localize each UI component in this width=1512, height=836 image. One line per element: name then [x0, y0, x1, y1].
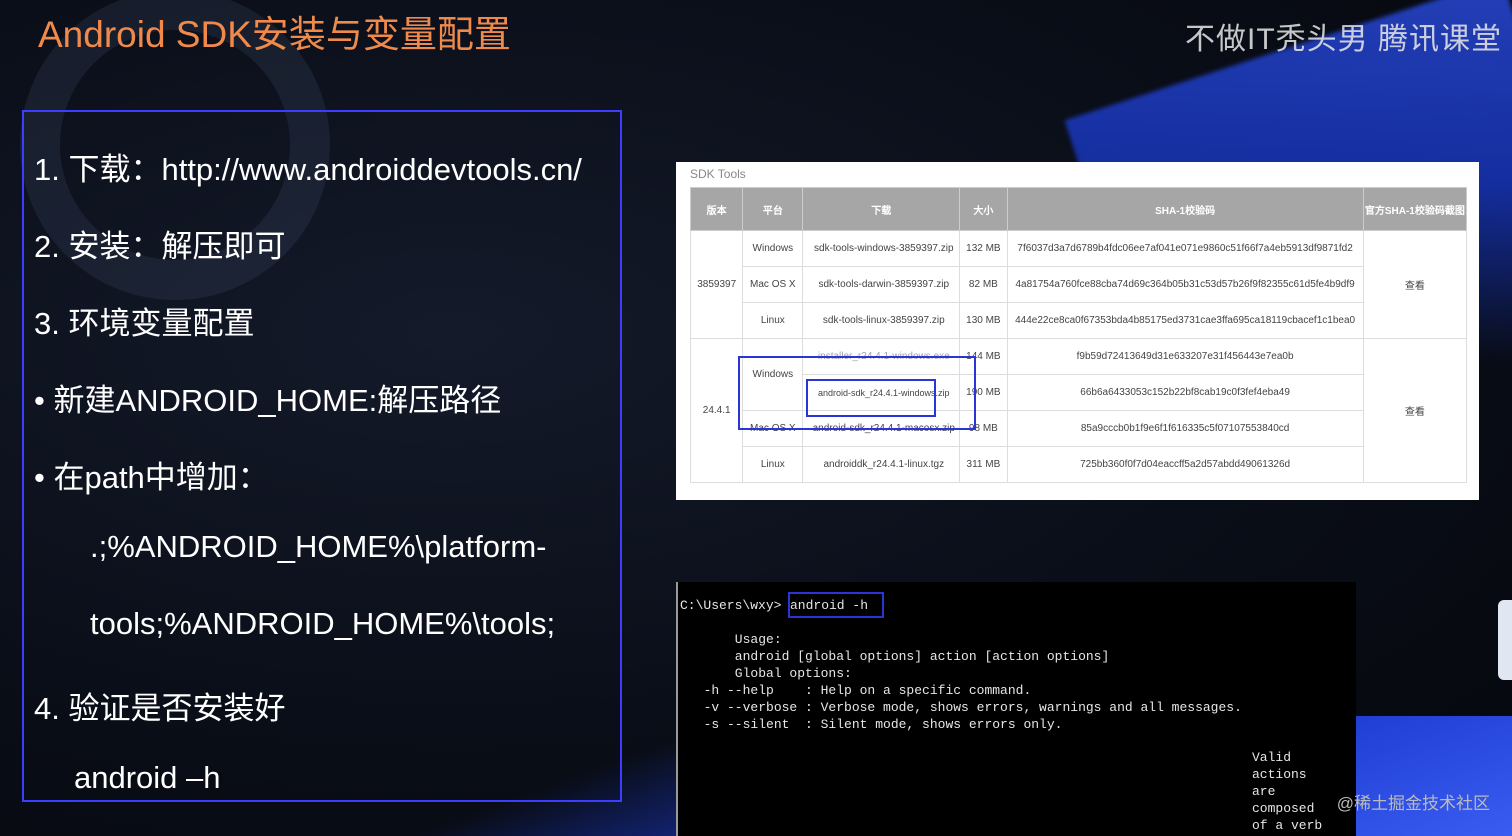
version-cell: 3859397	[689, 230, 744, 339]
table-row: Linux androiddk_r24.4.1-linux.tgz 311 MB…	[691, 446, 1467, 483]
side-tab-handle[interactable]	[1498, 600, 1512, 680]
bullet-new-android-home: • 新建ANDROID_HOME:解压路径	[34, 383, 502, 418]
terminal-line: Usage:	[688, 632, 782, 647]
col-header-download: 下载	[802, 187, 961, 231]
sha-cell: 7f6037d3a7d6789b4fdc06ee7af041e071e9860c…	[1006, 230, 1364, 267]
size-cell: 311 MB	[959, 446, 1008, 483]
terminal-prompt: C:\Users\wxy>	[680, 598, 782, 613]
col-header-official-sha1: 官方SHA-1校验码截图	[1362, 187, 1468, 231]
download-link[interactable]: androiddk_r24.4.1-linux.tgz	[802, 446, 961, 483]
table-row: 3859397 Windows sdk-tools-windows-385939…	[689, 230, 1468, 339]
download-link[interactable]: sdk-tools-linux-3859397.zip	[802, 302, 961, 339]
platform-cell: Linux	[742, 446, 804, 483]
view-screenshot-link[interactable]: 查看	[1362, 230, 1468, 339]
verify-command: android –h	[74, 760, 221, 795]
video-watermark: 不做IT秃头男 腾讯课堂	[1185, 23, 1502, 56]
terminal-line: -s --silent : Silent mode, shows errors …	[688, 717, 1063, 732]
col-header-size: 大小	[959, 187, 1008, 231]
platform-cell: Linux	[742, 302, 804, 339]
terminal-window: C:\Users\wxy> android -h Usage: android …	[676, 582, 1356, 836]
corner-watermark: @稀土掘金技术社区	[1336, 794, 1490, 813]
terminal-line: of a verb	[1252, 818, 1323, 833]
path-value-line-2: tools;%ANDROID_HOME%\tools;	[90, 606, 556, 641]
terminal-line: composed	[1252, 801, 1315, 816]
terminal-line: -h --help : Help on a specific command.	[688, 683, 1032, 698]
command-highlight-box	[788, 592, 884, 618]
col-header-sha1: SHA-1校验码	[1006, 187, 1364, 231]
download-link[interactable]: sdk-tools-darwin-3859397.zip	[802, 266, 961, 303]
table-row: Linux sdk-tools-linux-3859397.zip 130 MB…	[691, 302, 1467, 339]
sha-cell: 85a9cccb0b1f9e6f1f616335c5f07107553840cd	[1006, 410, 1364, 447]
sha-cell: 4a81754a760fce88cba74d69c364b05b31c53d57…	[1006, 266, 1364, 303]
sdk-tools-title: SDK Tools	[690, 167, 746, 181]
sha-cell: 444e22ce8ca0f67353bda4b85175ed3731cae3ff…	[1006, 302, 1364, 339]
platform-cell: Mac OS X	[742, 266, 804, 303]
terminal-line: actions	[1252, 767, 1307, 782]
size-cell: 130 MB	[959, 302, 1008, 339]
view-screenshot-link[interactable]: 查看	[1362, 338, 1468, 483]
highlight-zip-box	[806, 379, 936, 417]
sha-cell: 725bb360f0f7d04eaccff5a2d57abdd49061326d	[1006, 446, 1364, 483]
size-cell: 82 MB	[959, 266, 1008, 303]
path-value-line-1: .;%ANDROID_HOME%\platform-	[90, 529, 547, 564]
step-install: 2. 安装：解压即可	[34, 229, 286, 264]
step-env-config: 3. 环境变量配置	[34, 306, 255, 341]
platform-cell: Windows	[742, 230, 804, 267]
table-row: Mac OS X sdk-tools-darwin-3859397.zip 82…	[691, 266, 1467, 303]
size-cell: 132 MB	[959, 230, 1008, 267]
sdk-tools-panel: SDK Tools 版本 平台 下载 大小 SHA-1校验码 官方SHA-1校验…	[676, 162, 1479, 500]
terminal-line: Valid	[1252, 750, 1292, 765]
sha-cell: f9b59d72413649d31e633207e31f456443e7ea0b	[1006, 338, 1364, 375]
step-download: 1. 下载：http://www.androiddevtools.cn/	[34, 152, 582, 187]
sha-cell: 66b6a6433053c152b22bf8cab19c0f3fef4eba49	[1006, 374, 1364, 411]
slide-title: Android SDK安装与变量配置	[38, 14, 511, 55]
terminal-line: are	[1252, 784, 1276, 799]
download-link[interactable]: sdk-tools-windows-3859397.zip	[802, 230, 961, 267]
bullet-path-add: • 在path中增加：	[34, 460, 269, 495]
version-cell: 24.4.1	[689, 338, 744, 483]
col-header-platform: 平台	[742, 187, 804, 231]
terminal-line: android [global options] action [action …	[688, 649, 1110, 664]
terminal-line: Global options:	[688, 666, 852, 681]
col-header-version: 版本	[689, 187, 744, 231]
sdk-tools-table: 版本 平台 下载 大小 SHA-1校验码 官方SHA-1校验码截图 385939…	[689, 187, 1468, 483]
step-verify: 4. 验证是否安装好	[34, 691, 286, 726]
terminal-line: -v --verbose : Verbose mode, shows error…	[688, 700, 1242, 715]
